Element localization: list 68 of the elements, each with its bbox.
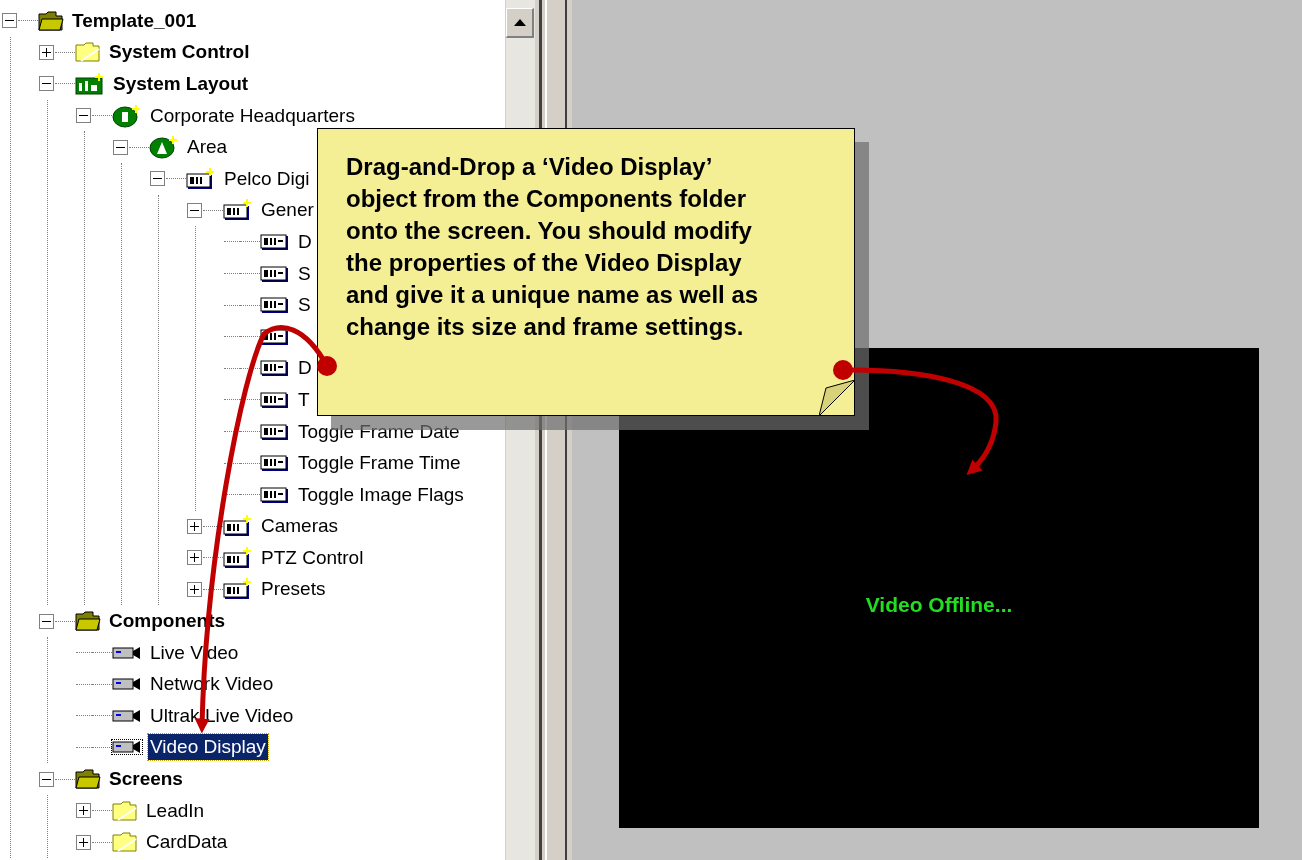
layout-icon	[75, 73, 105, 95]
area-icon	[149, 135, 179, 160]
folder-icon	[38, 9, 64, 32]
camera-icon	[112, 645, 142, 660]
tree-item[interactable]: S	[296, 260, 313, 287]
collapse-button[interactable]	[39, 76, 54, 92]
object-group-icon	[223, 546, 253, 569]
video-status: Video Offline...	[865, 592, 1013, 619]
tree-item[interactable]: Screens	[107, 766, 185, 793]
tree-item[interactable]: Toggle Frame Date	[296, 418, 462, 445]
object-group-icon	[186, 167, 216, 190]
tree-item[interactable]: D	[296, 228, 314, 255]
tree-item[interactable]: Pelco Digi	[222, 165, 312, 192]
tree-item[interactable]: S	[296, 292, 313, 319]
expand-button[interactable]	[76, 834, 91, 850]
tree-item[interactable]: PTZ Control	[259, 544, 366, 571]
expand-button[interactable]	[76, 803, 91, 819]
object-group-icon	[223, 515, 253, 538]
object-icon	[260, 422, 290, 441]
tree-item[interactable]: System Control	[107, 39, 252, 66]
collapse-button[interactable]	[76, 108, 91, 124]
expand-button[interactable]	[39, 44, 54, 60]
collapse-button[interactable]	[187, 202, 202, 218]
collapse-button[interactable]	[39, 613, 54, 629]
folder-icon	[75, 768, 101, 791]
expand-button[interactable]	[187, 582, 202, 597]
folder-icon	[75, 41, 101, 64]
site-icon	[112, 103, 142, 128]
folder-icon	[112, 831, 138, 854]
tree-item[interactable]: Corporate Headquarters	[148, 102, 357, 129]
callout-text: Drag-and-Drop a ‘Video Display’ object from the Components folder onto the screen. You should modify the properties of the Video Display and give it a unique name as well as change its size and frame settings.	[346, 152, 760, 342]
collapse-button[interactable]	[39, 771, 54, 787]
object-icon	[260, 232, 290, 251]
scroll-up-button[interactable]	[506, 8, 534, 38]
expand-button[interactable]	[187, 518, 202, 534]
collapse-button[interactable]	[2, 13, 17, 29]
folder-icon	[75, 610, 101, 633]
object-icon	[260, 296, 290, 315]
object-icon	[260, 454, 290, 473]
tree-item[interactable]: D	[296, 355, 314, 382]
camera-icon	[112, 708, 142, 723]
expand-button[interactable]	[187, 550, 202, 566]
tree-item[interactable]: Presets	[259, 576, 328, 603]
camera-icon	[112, 740, 142, 755]
tree-item[interactable]: Toggle Frame Time	[296, 450, 463, 477]
tree-item[interactable]: CardData	[144, 829, 230, 856]
video-display[interactable]: Video Offline...	[619, 348, 1259, 828]
up-arrow-icon	[513, 19, 526, 26]
tree-item[interactable]: Toggle Image Flags	[296, 481, 466, 508]
object-group-icon	[223, 199, 253, 222]
tree-item[interactable]: Video Display	[148, 734, 268, 761]
tree-item[interactable]: Template_001	[70, 7, 199, 34]
tree-item[interactable]: Gener	[259, 197, 316, 224]
tree-item[interactable]: System Layout	[111, 71, 251, 97]
tree-item[interactable]: LeadIn	[144, 797, 207, 824]
object-group-icon	[223, 578, 253, 601]
object-icon	[260, 359, 290, 378]
camera-icon	[112, 677, 142, 692]
object-icon	[260, 485, 290, 504]
tree-item[interactable]: T	[296, 386, 312, 413]
tree-item[interactable]: Ultrak Live Video	[148, 702, 296, 729]
object-icon	[260, 390, 290, 409]
collapse-button[interactable]	[113, 139, 128, 155]
folder-icon	[112, 799, 138, 822]
object-icon	[260, 264, 290, 283]
tree-item[interactable]: Cameras	[259, 513, 341, 540]
tree-item[interactable]: Area	[185, 134, 230, 161]
collapse-button[interactable]	[150, 171, 165, 187]
